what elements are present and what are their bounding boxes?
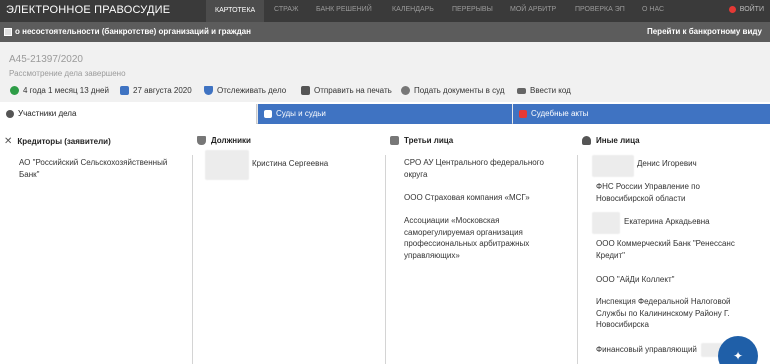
third-party-item[interactable]: ООО Страховая компания «МСГ»	[404, 192, 569, 204]
nav-item-o-nas[interactable]: О НАС	[642, 6, 664, 13]
redacted-name	[592, 212, 620, 234]
tab-participants-label: Участники дела	[18, 109, 77, 118]
third-parties-header: Третьи лица	[390, 136, 453, 145]
person-icon	[582, 136, 591, 145]
debtors-header: Должники	[197, 136, 251, 145]
redacted-name	[205, 150, 249, 180]
nav-item-pereryvy[interactable]: ПЕРЕРЫВЫ	[452, 6, 493, 13]
third-parties-title: Третьи лица	[404, 136, 454, 145]
other-parties-header: Иные лица	[582, 136, 640, 145]
nav-item-proverka-ep[interactable]: ПРОВЕРКА ЭП	[575, 6, 625, 13]
enter-code-label: Ввести код	[530, 86, 571, 95]
creditors-header: ✕ Кредиторы (заявители)	[4, 136, 111, 147]
other-parties-title: Иные лица	[596, 136, 640, 145]
track-case-label: Отслеживать дело	[217, 86, 287, 95]
login-label: ВОЙТИ	[739, 6, 764, 13]
case-date: 27 августа 2020	[120, 86, 192, 95]
shield-icon	[204, 86, 213, 95]
other-party-item[interactable]: Денис Игоревич	[592, 155, 762, 177]
print-button[interactable]: Отправить на печать	[301, 86, 392, 95]
track-case-button[interactable]: Отслеживать дело	[204, 86, 286, 95]
print-label: Отправить на печать	[314, 86, 392, 95]
login-button[interactable]: ВОЙТИ	[728, 6, 764, 13]
nav-item-strazh[interactable]: СТРАЖ	[274, 6, 298, 13]
other-party-name: Финансовый управляющий	[596, 345, 697, 355]
power-icon	[728, 6, 736, 13]
other-parties-column: Иные лица Денис Игоревич ФНС России Упра…	[578, 128, 770, 364]
bankruptcy-flag-icon	[4, 28, 12, 36]
nav-item-moy-arbitr[interactable]: МОЙ АРБИТР	[510, 6, 556, 13]
other-party-name: Денис Игоревич	[637, 159, 697, 168]
case-duration-label: 4 года 1 месяц 13 дней	[23, 86, 109, 95]
creditors-column: ✕ Кредиторы (заявители) АО "Российский С…	[0, 128, 192, 364]
creditors-title: Кредиторы (заявители)	[17, 137, 111, 146]
tab-courts-judges-label: Суды и судьи	[276, 109, 326, 118]
other-party-item[interactable]: ООО "АйДи Коллект"	[596, 274, 756, 286]
nav-item-bank-resheniy[interactable]: БАНК РЕШЕНИЙ	[316, 6, 372, 13]
nav-item-kartoteka[interactable]: КАРТОТЕКА	[206, 0, 265, 22]
redacted-name	[592, 155, 634, 177]
debtors-column: Должники Кристина Сергеевна	[193, 128, 385, 364]
tab-judicial-acts-label: Судебные акты	[531, 109, 589, 118]
other-party-item[interactable]: ФНС России Управление по Новосибирской о…	[596, 181, 716, 204]
other-party-item[interactable]: Екатерина Аркадьевна	[592, 212, 762, 234]
case-duration: 4 года 1 месяц 13 дней	[10, 86, 109, 95]
pdf-document-icon	[519, 110, 527, 118]
tab-courts-judges[interactable]: Суды и судьи	[258, 104, 512, 124]
debtor-name: Кристина Сергеевна	[252, 159, 329, 168]
enter-code-button[interactable]: Ввести код	[517, 86, 571, 95]
tab-judicial-acts[interactable]: Судебные акты	[513, 104, 770, 124]
tab-participants[interactable]: Участники дела	[0, 104, 257, 124]
debtor-item[interactable]: Кристина Сергеевна	[205, 150, 380, 180]
third-party-item[interactable]: СРО АУ Центрального федерального округа	[404, 157, 564, 180]
building-icon	[390, 136, 399, 145]
top-navigation: ЭЛЕКТРОННОЕ ПРАВОСУДИЕ КАРТОТЕКА СТРАЖ Б…	[0, 0, 770, 22]
keyboard-icon	[517, 87, 526, 94]
case-type-title: о несостоятельности (банкротстве) органи…	[15, 27, 251, 36]
debtors-title: Должники	[211, 136, 251, 145]
case-status: Рассмотрение дела завершено	[9, 69, 126, 78]
creditor-item[interactable]: АО "Российский Сельскохозяйственный Банк…	[19, 157, 184, 180]
bankruptcy-view-link[interactable]: Перейти к банкротному виду	[647, 27, 762, 36]
clock-icon	[10, 86, 19, 95]
court-icon	[264, 110, 272, 118]
third-party-item[interactable]: Ассоциации «Московская саморегулируемая …	[404, 215, 559, 261]
crossed-hammers-icon: ✕	[4, 136, 13, 147]
submit-documents-label: Подать документы в суд	[414, 86, 505, 95]
case-type-bar: о несостоятельности (банкротстве) органи…	[0, 22, 770, 42]
site-brand[interactable]: ЭЛЕКТРОННОЕ ПРАВОСУДИЕ	[6, 4, 170, 16]
case-info-panel: А45-21397/2020 Рассмотрение дела заверше…	[0, 42, 770, 102]
plus-circle-icon	[401, 86, 410, 95]
other-party-item[interactable]: ООО Коммерческий Банк "Ренессанс Кредит"	[596, 238, 756, 261]
calendar-icon	[120, 86, 129, 95]
case-tabs: Участники дела Суды и судьи Судебные акт…	[0, 104, 770, 124]
case-date-label: 27 августа 2020	[133, 86, 192, 95]
third-parties-column: Третьи лица СРО АУ Центрального федераль…	[386, 128, 577, 364]
shield-icon	[197, 136, 206, 145]
case-number: А45-21397/2020	[9, 54, 83, 65]
nav-item-kalendar[interactable]: КАЛЕНДАРЬ	[392, 6, 434, 13]
printer-icon	[301, 86, 310, 95]
person-icon	[6, 110, 14, 118]
other-party-item[interactable]: Инспекция Федеральной Налоговой Службы п…	[596, 296, 736, 331]
other-party-name: Екатерина Аркадьевна	[624, 217, 710, 226]
eagle-icon: ✦	[732, 349, 744, 363]
submit-documents-button[interactable]: Подать документы в суд	[401, 86, 505, 95]
